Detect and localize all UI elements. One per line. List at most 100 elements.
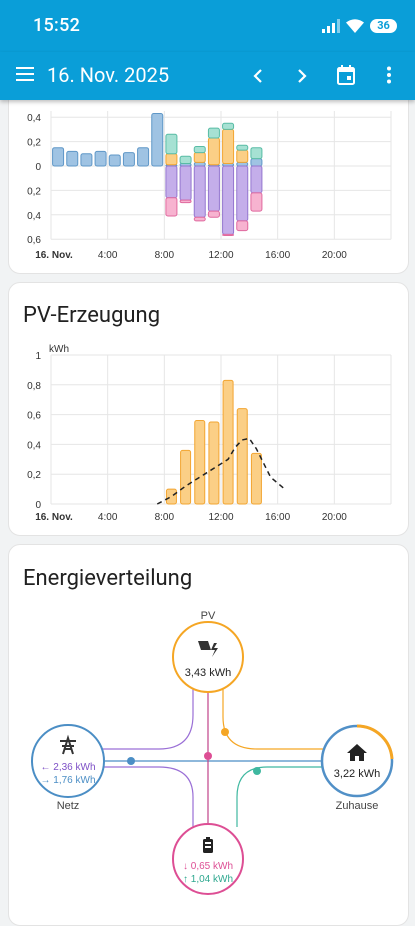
x-tick-label: 8:00 bbox=[155, 250, 175, 261]
battery-charge-value: ↑ 1,04 kWh bbox=[183, 874, 233, 885]
pv-node-label: PV bbox=[201, 610, 216, 622]
calendar-icon[interactable] bbox=[337, 65, 355, 85]
status-bar: 15:52 36 bbox=[0, 0, 415, 52]
y-axis-unit: kWh bbox=[49, 344, 69, 355]
energy-bar bbox=[207, 127, 220, 139]
x-tick-label: 12:00 bbox=[208, 512, 233, 523]
energy-bar bbox=[193, 165, 206, 218]
energy-bar bbox=[179, 199, 192, 204]
energy-bar bbox=[179, 155, 192, 165]
y-tick-label: 0,8 bbox=[27, 381, 41, 392]
energy-bar bbox=[179, 165, 192, 201]
y-tick-label: 0,4 bbox=[27, 113, 41, 124]
x-tick-label: 8:00 bbox=[155, 512, 175, 523]
energy-bar bbox=[193, 145, 206, 154]
flow-pv-home bbox=[222, 687, 323, 750]
energy-bar bbox=[165, 165, 178, 199]
x-tick-label: 12:00 bbox=[208, 250, 233, 261]
energy-bar bbox=[80, 153, 93, 167]
pv-production-chart: 0 0,2 0,4 0,6 0,8 1 kWh 16. Nov. 4:00 8:00 12:00 16… bbox=[27, 344, 392, 523]
y-tick-label: 0,4 bbox=[27, 211, 41, 222]
home-node-value: 3,22 kWh bbox=[334, 768, 380, 780]
energy-bar bbox=[236, 149, 249, 163]
y-tick-label: 0,6 bbox=[27, 411, 41, 422]
energy-bar bbox=[151, 113, 164, 167]
system-icons: 36 bbox=[322, 16, 397, 36]
energy-bar bbox=[108, 154, 121, 167]
pv-bar bbox=[250, 452, 262, 505]
x-tick-label: 4:00 bbox=[98, 250, 118, 261]
home-node-label: Zuhause bbox=[336, 800, 379, 812]
x-tick-label: 4:00 bbox=[98, 512, 118, 523]
energy-bar bbox=[222, 165, 235, 235]
energy-bar bbox=[193, 161, 206, 167]
flow-dot-pv-battery bbox=[204, 752, 212, 760]
energy-bar bbox=[250, 192, 263, 212]
energy-bar bbox=[137, 147, 150, 167]
y-tick-label: 0 bbox=[35, 162, 41, 173]
battery-storage-icon bbox=[203, 837, 213, 853]
pv-bar bbox=[222, 379, 234, 505]
battery-discharge-value: ↓ 0,65 kWh bbox=[183, 861, 233, 872]
pv-bar bbox=[208, 421, 220, 505]
energy-bar bbox=[236, 220, 249, 232]
menu-icon[interactable] bbox=[16, 67, 34, 81]
x-tick-label: 16. Nov. bbox=[35, 250, 73, 261]
energy-bar bbox=[193, 216, 206, 222]
x-tick-label: 16:00 bbox=[265, 512, 290, 523]
energy-flow-diagram: PV 3,43 kWh ← 2,36 kWh → 1,76 kWh Netz 3… bbox=[31, 610, 394, 895]
flow-battery-home bbox=[236, 766, 323, 827]
grid-node-label: Netz bbox=[57, 800, 80, 812]
y-tick-label: 0,2 bbox=[27, 138, 41, 149]
energy-bar bbox=[165, 153, 178, 166]
y-tick-label: 0,4 bbox=[27, 440, 41, 451]
flow-dot-pv-home bbox=[221, 728, 229, 736]
app-bar: 16. Nov. 2025 bbox=[0, 52, 415, 100]
x-tick-label: 16:00 bbox=[265, 250, 290, 261]
x-tick-label: 20:00 bbox=[322, 512, 347, 523]
energy-bar bbox=[165, 197, 178, 217]
y-tick-label: 1 bbox=[35, 351, 41, 362]
pv-bar bbox=[180, 449, 192, 505]
status-time: 15:52 bbox=[33, 15, 81, 36]
energy-bar bbox=[250, 158, 263, 167]
y-tick-label: 0 bbox=[35, 500, 41, 511]
flow-dot-battery-home bbox=[253, 767, 261, 775]
energy-bar bbox=[222, 128, 235, 165]
energy-bar bbox=[122, 152, 135, 167]
pv-bar bbox=[236, 408, 248, 505]
energy-bar bbox=[250, 165, 263, 194]
chevron-right-icon[interactable] bbox=[296, 68, 308, 84]
pv-bar bbox=[194, 420, 206, 505]
flow-dot-grid bbox=[127, 757, 135, 765]
chevron-left-icon[interactable] bbox=[252, 68, 264, 84]
energy-bar bbox=[165, 133, 178, 155]
flow-grid-pv bbox=[95, 687, 194, 750]
energy-usage-card: 0,4 0,2 0 0,2 0,4 0,6 16. Nov. 4:00 8:00 12:00 16:… bbox=[8, 80, 409, 274]
battery-level: 36 bbox=[377, 19, 390, 32]
pv-production-card: PV-Erzeugung 0 0,2 0,4 0,6 0,8 1 kWh 16. Nov. 4:… bbox=[8, 282, 409, 536]
more-vert-icon[interactable] bbox=[386, 66, 392, 84]
signal-icon bbox=[322, 19, 340, 33]
energy-bar bbox=[222, 233, 235, 237]
energy-distribution-card: Energieverteilung PV 3,43 kWh ← 2,36 kWh… bbox=[8, 544, 409, 926]
y-tick-label: 0,6 bbox=[27, 235, 41, 246]
grid-export-value: → 1,76 kWh bbox=[40, 775, 95, 786]
pv-bar bbox=[165, 488, 177, 505]
energy-bar bbox=[193, 152, 206, 163]
energy-bar bbox=[250, 147, 263, 160]
energy-bar bbox=[94, 150, 107, 167]
page-title: 16. Nov. 2025 bbox=[47, 63, 170, 87]
wifi-icon bbox=[346, 19, 364, 33]
energy-bar bbox=[236, 161, 249, 167]
energy-bar bbox=[236, 144, 249, 151]
energy-bar bbox=[66, 150, 79, 167]
pv-node-value: 3,43 kWh bbox=[185, 667, 231, 679]
energy-bar bbox=[207, 210, 220, 218]
energy-usage-chart: 0,4 0,2 0 0,2 0,4 0,6 16. Nov. 4:00 8:00 12:00 16:… bbox=[27, 111, 392, 261]
battery-icon: 36 bbox=[370, 19, 397, 33]
flow-grid-battery bbox=[95, 766, 194, 827]
energy-bar bbox=[207, 165, 220, 212]
energy-bar bbox=[236, 165, 249, 222]
energy-bar bbox=[222, 122, 235, 130]
